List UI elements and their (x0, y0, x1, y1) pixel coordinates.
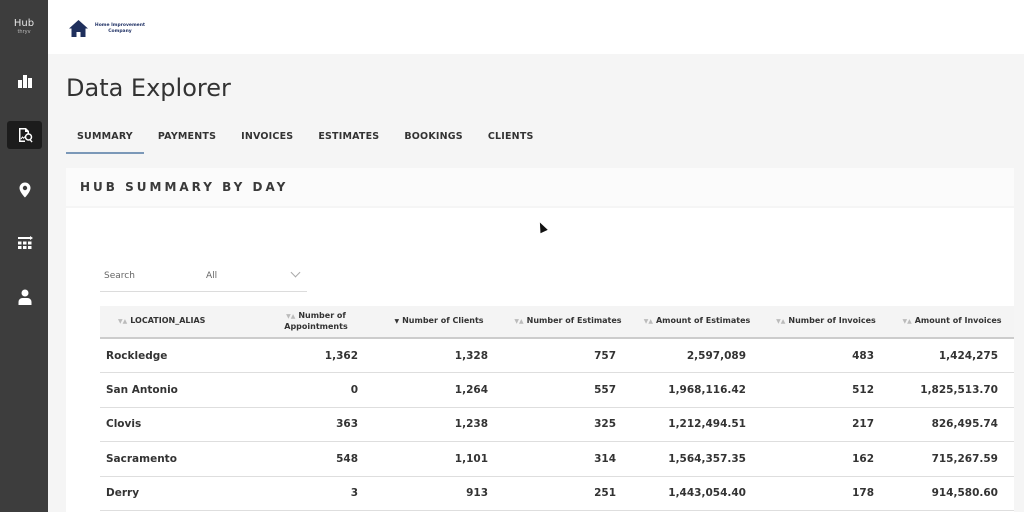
brand-logo[interactable]: Hub thryv (0, 18, 48, 35)
column-header-invoices[interactable]: ▼▲ Number of Invoices (762, 306, 890, 338)
tab-bookings[interactable]: BOOKINGS (393, 128, 473, 154)
sort-desc-icon: ▼ (394, 318, 400, 325)
cell-value: 557 (504, 372, 632, 408)
cell-location: San Antonio (100, 372, 258, 408)
cell-value: 1,968,116.42 (632, 372, 762, 408)
column-header-amount-invoices[interactable]: ▼▲ Amount of Invoices (890, 306, 1014, 338)
column-header-appointments[interactable]: ▼▲ Number of Appointments (258, 306, 374, 338)
table-row[interactable]: Sacramento 548 1,101 314 1,564,357.35 162 715,… (100, 441, 1014, 477)
nav-item-calendar[interactable] (7, 229, 42, 257)
brand-name: Hub (13, 18, 35, 29)
nav-item-reports[interactable] (7, 67, 42, 95)
cell-value: 0 (258, 372, 374, 408)
column-header-estimates[interactable]: ▼▲ Number of Estimates (504, 306, 632, 338)
column-header-clients[interactable]: ▼ Number of Clients (374, 306, 504, 338)
sort-icon: ▼▲ (643, 318, 653, 325)
chevron-down-icon (290, 267, 301, 278)
sort-icon: ▼▲ (776, 318, 786, 325)
cell-value: 1,564,357.35 (632, 441, 762, 477)
cell-value: 251 (504, 476, 632, 511)
cell-value: 363 (258, 407, 374, 442)
top-bar: Home Improvement Company (48, 0, 1024, 54)
cell-value: 1,362 (258, 338, 374, 373)
sort-icon: ▼▲ (118, 318, 128, 325)
filter-select-value: All (206, 271, 218, 281)
cell-value: 2,597,089 (632, 338, 762, 373)
location-pin-icon (19, 182, 30, 198)
table-row[interactable]: Derry 3 913 251 1,443,054.40 178 914,580.60 (100, 476, 1014, 511)
nav-item-users[interactable] (7, 283, 42, 311)
table-row[interactable]: Rockledge 1,362 1,328 757 2,597,089 483 1,424,… (100, 338, 1014, 373)
cell-value: 1,264 (374, 372, 504, 408)
search-label: Search (104, 271, 135, 281)
tab-summary[interactable]: SUMMARY (66, 128, 144, 154)
tab-clients[interactable]: CLIENTS (477, 128, 545, 154)
company-logo[interactable]: Home Improvement Company (68, 19, 150, 38)
cell-value: 1,101 (374, 441, 504, 477)
cell-value: 1,212,494.51 (632, 407, 762, 442)
company-name: Home Improvement Company (94, 23, 146, 34)
cell-value: 1,328 (374, 338, 504, 373)
user-icon (18, 289, 31, 305)
calendar-grid-icon (17, 236, 33, 249)
cell-location: Derry (100, 476, 258, 511)
nav-item-locations[interactable] (7, 176, 42, 204)
nav-item-data-explorer[interactable] (7, 121, 42, 149)
cell-location: Rockledge (100, 338, 258, 373)
cell-location: Sacramento (100, 441, 258, 477)
cell-value: 548 (258, 441, 374, 477)
cell-value: 1,825,513.70 (890, 372, 1014, 408)
cell-value: 715,267.59 (890, 441, 1014, 477)
cell-value: 1,443,054.40 (632, 476, 762, 511)
cell-value: 483 (762, 338, 890, 373)
cell-value: 512 (762, 372, 890, 408)
cell-value: 757 (504, 338, 632, 373)
cell-value: 826,495.74 (890, 407, 1014, 442)
table-row[interactable]: San Antonio 0 1,264 557 1,968,116.42 512 1,825… (100, 372, 1014, 408)
tab-invoices[interactable]: INVOICES (230, 128, 304, 154)
sidebar: Hub thryv (0, 0, 48, 512)
filter-select[interactable]: All (200, 262, 307, 292)
cell-value: 1,424,275 (890, 338, 1014, 373)
cell-value: 217 (762, 407, 890, 442)
cell-value: 178 (762, 476, 890, 511)
cell-value: 914,580.60 (890, 476, 1014, 511)
tab-payments[interactable]: PAYMENTS (147, 128, 227, 154)
cell-value: 913 (374, 476, 504, 511)
main-content: Data Explorer SUMMARY PAYMENTS INVOICES … (48, 54, 1024, 512)
cell-value: 162 (762, 441, 890, 477)
data-explorer-icon (18, 128, 33, 143)
summary-table: ▼▲ LOCATION_ALIAS ▼▲ Number of Appointment… (100, 306, 1014, 511)
sort-icon: ▼▲ (514, 318, 524, 325)
section-title: HUB SUMMARY BY DAY (80, 180, 289, 194)
table-header-row: ▼▲ LOCATION_ALIAS ▼▲ Number of Appointment… (100, 306, 1014, 338)
cell-value: 3 (258, 476, 374, 511)
bar-chart-icon (17, 75, 32, 88)
search-field[interactable]: Search (100, 262, 200, 292)
section-header: HUB SUMMARY BY DAY (66, 168, 1014, 206)
sort-icon: ▼▲ (286, 313, 296, 320)
column-header-location[interactable]: ▼▲ LOCATION_ALIAS (100, 306, 258, 338)
brand-sub: thryv (17, 29, 31, 35)
tab-estimates[interactable]: ESTIMATES (307, 128, 390, 154)
sort-icon: ▼▲ (902, 318, 912, 325)
cell-value: 1,238 (374, 407, 504, 442)
cell-value: 325 (504, 407, 632, 442)
column-header-amount-estimates[interactable]: ▼▲ Amount of Estimates (632, 306, 762, 338)
cell-location: Clovis (100, 407, 258, 442)
house-icon (69, 20, 88, 37)
table-row[interactable]: Clovis 363 1,238 325 1,212,494.51 217 826,495.… (100, 407, 1014, 442)
page-title: Data Explorer (66, 74, 231, 102)
tab-bar: SUMMARY PAYMENTS INVOICES ESTIMATES BOOK… (66, 128, 548, 154)
cell-value: 314 (504, 441, 632, 477)
